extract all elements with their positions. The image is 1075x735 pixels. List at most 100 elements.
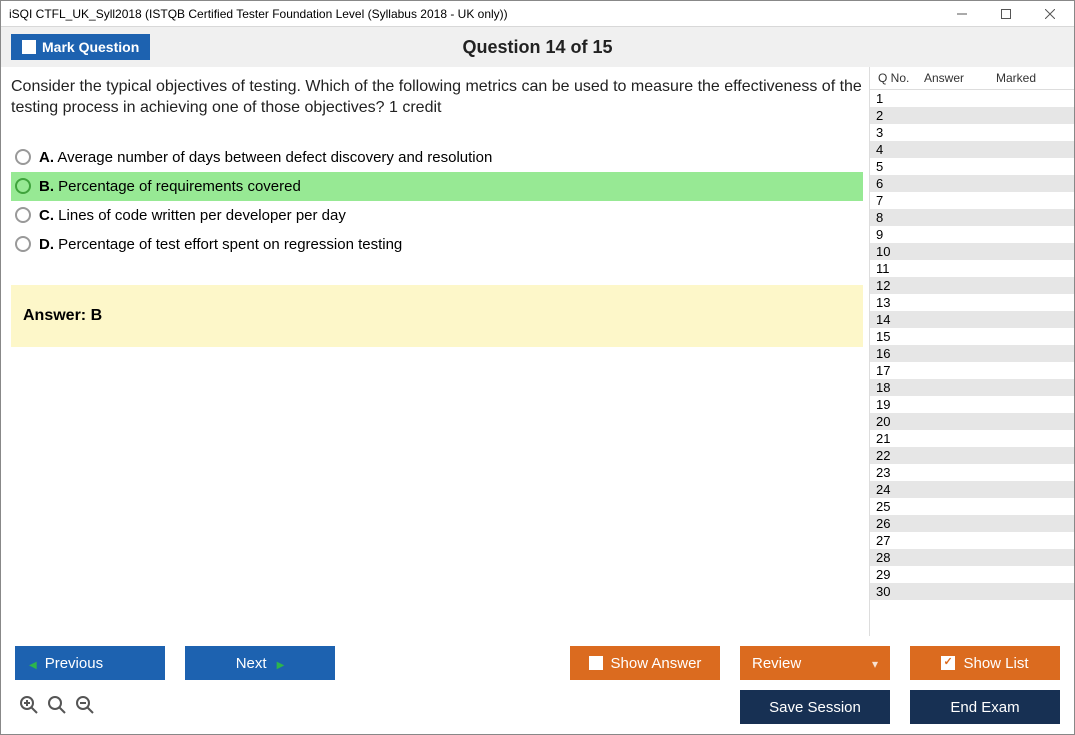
question-list-row[interactable]: 9 (870, 226, 1074, 243)
question-list-row[interactable]: 1 (870, 90, 1074, 107)
question-list-row[interactable]: 26 (870, 515, 1074, 532)
question-list-row[interactable]: 28 (870, 549, 1074, 566)
question-list-row[interactable]: 24 (870, 481, 1074, 498)
question-number: 7 (876, 193, 914, 208)
question-number: 20 (876, 414, 914, 429)
question-list-row[interactable]: 18 (870, 379, 1074, 396)
window-controls (940, 1, 1072, 27)
zoom-tools (15, 695, 95, 719)
question-list-row[interactable]: 7 (870, 192, 1074, 209)
question-list-row[interactable]: 20 (870, 413, 1074, 430)
option-letter: B. (39, 178, 54, 195)
question-list-row[interactable]: 17 (870, 362, 1074, 379)
content-row: Consider the typical objectives of testi… (1, 67, 1074, 636)
end-exam-button[interactable]: End Exam (910, 690, 1060, 724)
question-number: 19 (876, 397, 914, 412)
question-list-row[interactable]: 15 (870, 328, 1074, 345)
question-panel: Consider the typical objectives of testi… (1, 67, 869, 636)
radio-icon (15, 207, 31, 223)
question-list-row[interactable]: 6 (870, 175, 1074, 192)
app-window: iSQI CTFL_UK_Syll2018 (ISTQB Certified T… (0, 0, 1075, 735)
footer: Previous Next Show Answer Review Show Li… (1, 636, 1074, 734)
question-list-row[interactable]: 25 (870, 498, 1074, 515)
question-list-row[interactable]: 12 (870, 277, 1074, 294)
option-text: Average number of days between defect di… (57, 149, 492, 166)
option-letter: A. (39, 149, 54, 166)
question-list-row[interactable]: 11 (870, 260, 1074, 277)
question-number: 15 (876, 329, 914, 344)
checkbox-icon (589, 656, 603, 670)
question-number: 24 (876, 482, 914, 497)
option-letter: D. (39, 236, 54, 253)
option-label: C. Lines of code written per developer p… (39, 207, 346, 224)
question-number: 26 (876, 516, 914, 531)
show-answer-label: Show Answer (611, 655, 702, 672)
radio-icon (15, 236, 31, 252)
options-list: A. Average number of days between defect… (11, 143, 863, 259)
question-number: 2 (876, 108, 914, 123)
question-list-row[interactable]: 2 (870, 107, 1074, 124)
option-b[interactable]: B. Percentage of requirements covered (11, 172, 863, 201)
question-list-row[interactable]: 4 (870, 141, 1074, 158)
option-d[interactable]: D. Percentage of test effort spent on re… (11, 230, 863, 259)
option-text: Percentage of test effort spent on regre… (58, 236, 402, 253)
zoom-in-icon[interactable] (19, 695, 39, 719)
save-session-button[interactable]: Save Session (740, 690, 890, 724)
question-number: 21 (876, 431, 914, 446)
maximize-icon (1001, 9, 1011, 19)
option-text: Lines of code written per developer per … (58, 207, 346, 224)
question-list-panel: Q No. Answer Marked 12345678910111213141… (869, 67, 1074, 636)
question-list-row[interactable]: 27 (870, 532, 1074, 549)
end-exam-label: End Exam (950, 699, 1019, 716)
question-number: 12 (876, 278, 914, 293)
next-label: Next (236, 655, 267, 672)
radio-icon (15, 149, 31, 165)
question-number: 28 (876, 550, 914, 565)
previous-button[interactable]: Previous (15, 646, 165, 680)
option-label: A. Average number of days between defect… (39, 149, 492, 166)
question-number: 3 (876, 125, 914, 140)
question-list-row[interactable]: 29 (870, 566, 1074, 583)
question-number: 1 (876, 91, 914, 106)
zoom-reset-icon[interactable] (47, 695, 67, 719)
minimize-button[interactable] (940, 1, 984, 27)
mark-question-label: Mark Question (42, 39, 139, 55)
next-button[interactable]: Next (185, 646, 335, 680)
option-a[interactable]: A. Average number of days between defect… (11, 143, 863, 172)
question-list-row[interactable]: 19 (870, 396, 1074, 413)
show-list-button[interactable]: Show List (910, 646, 1060, 680)
option-c[interactable]: C. Lines of code written per developer p… (11, 201, 863, 230)
question-list-row[interactable]: 10 (870, 243, 1074, 260)
question-list-row[interactable]: 14 (870, 311, 1074, 328)
chevron-left-icon (29, 655, 37, 672)
question-list-row[interactable]: 5 (870, 158, 1074, 175)
question-number: 29 (876, 567, 914, 582)
question-list[interactable]: 1234567891011121314151617181920212223242… (870, 89, 1074, 636)
close-icon (1045, 9, 1055, 19)
question-number: 25 (876, 499, 914, 514)
option-label: D. Percentage of test effort spent on re… (39, 236, 402, 253)
question-list-row[interactable]: 30 (870, 583, 1074, 600)
question-list-row[interactable]: 3 (870, 124, 1074, 141)
maximize-button[interactable] (984, 1, 1028, 27)
question-list-row[interactable]: 22 (870, 447, 1074, 464)
mark-question-button[interactable]: Mark Question (11, 34, 150, 60)
question-number: 5 (876, 159, 914, 174)
question-list-row[interactable]: 16 (870, 345, 1074, 362)
chevron-down-icon (872, 655, 878, 672)
answer-box: Answer: B (11, 285, 863, 347)
close-button[interactable] (1028, 1, 1072, 27)
show-answer-button[interactable]: Show Answer (570, 646, 720, 680)
question-number: 16 (876, 346, 914, 361)
question-list-row[interactable]: 8 (870, 209, 1074, 226)
question-list-row[interactable]: 13 (870, 294, 1074, 311)
chevron-right-icon (277, 655, 285, 672)
question-number: 8 (876, 210, 914, 225)
review-button[interactable]: Review (740, 646, 890, 680)
question-number: 11 (876, 261, 914, 276)
checkbox-checked-icon (941, 656, 955, 670)
question-list-row[interactable]: 23 (870, 464, 1074, 481)
question-list-row[interactable]: 21 (870, 430, 1074, 447)
question-number: 27 (876, 533, 914, 548)
zoom-out-icon[interactable] (75, 695, 95, 719)
